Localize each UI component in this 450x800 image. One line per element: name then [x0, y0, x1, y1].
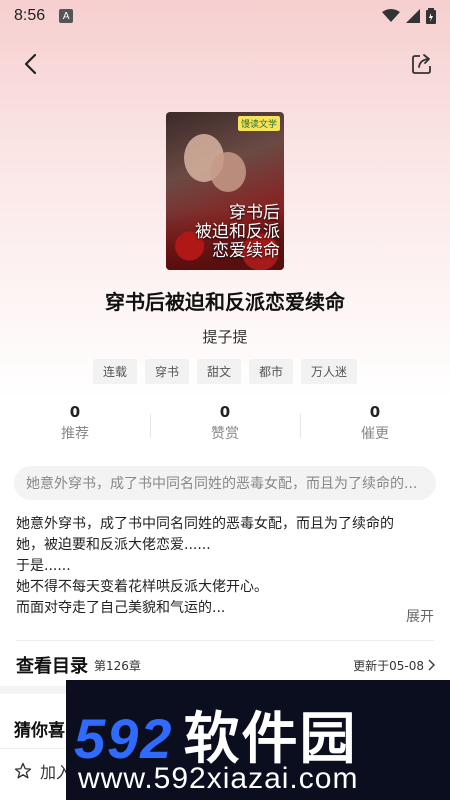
stat-label: 推荐 — [61, 426, 89, 442]
stats-row: 0 推荐 0 赞赏 0 催更 — [0, 402, 450, 450]
book-description: 她意外穿书，成了书中同名同姓的恶毒女配，而且为了续命的 她，被迫要和反派大佬恋爱… — [16, 514, 436, 619]
notification-icon: A — [59, 9, 74, 23]
reward-stat[interactable]: 0 赞赏 — [150, 402, 300, 450]
share-button[interactable] — [406, 48, 438, 80]
summary-preview[interactable]: 她意外穿书，成了书中同名同姓的恶毒女配，而且为了续命的... — [14, 466, 436, 500]
tag-list: 连载 穿书 甜文 都市 万人迷 — [0, 359, 450, 384]
book-cover[interactable]: 馒读文学 穿书后 被迫和反派 恋爱续命 — [166, 112, 284, 270]
back-button[interactable] — [14, 48, 46, 80]
catalog-title: 查看目录 — [16, 656, 88, 677]
expand-button[interactable]: 展开 — [406, 606, 434, 626]
battery-icon — [426, 8, 436, 24]
signal-icon — [406, 9, 420, 23]
cover-publisher-tag: 馒读文学 — [237, 116, 280, 131]
divider — [16, 640, 434, 641]
chapter-count: 第126章 — [94, 658, 141, 673]
tag-item[interactable]: 甜文 — [196, 359, 241, 384]
cover-art — [210, 152, 246, 192]
description-line: 于是...... — [16, 558, 71, 574]
stat-value: 0 — [69, 403, 81, 421]
tag-item[interactable]: 万人迷 — [301, 359, 358, 384]
description-line: 她不得不每天变着花样哄反派大佬开心。 — [16, 579, 268, 595]
chevron-left-icon — [24, 53, 37, 75]
share-icon — [412, 54, 431, 74]
wifi-icon — [382, 9, 400, 22]
stat-value: 0 — [219, 403, 231, 421]
description-line: 她意外穿书，成了书中同名同姓的恶毒女配，而且为了续命的 — [16, 516, 394, 532]
tag-item[interactable]: 连载 — [92, 359, 137, 384]
tag-item[interactable]: 穿书 — [144, 359, 189, 384]
urge-update-stat[interactable]: 0 催更 — [300, 402, 450, 450]
chevron-right-icon — [428, 659, 436, 671]
stat-label: 赞赏 — [211, 426, 239, 442]
status-bar: 8:56 A — [0, 0, 450, 32]
top-nav — [0, 46, 450, 86]
watermark-overlay: 592 软件园 www.592xiazai.com — [66, 680, 450, 800]
cover-title: 穿书后 被迫和反派 恋爱续命 — [195, 203, 280, 261]
stat-label: 催更 — [361, 426, 389, 442]
status-time: 8:56 — [14, 7, 46, 24]
status-icons — [382, 8, 436, 24]
description-line: 她，被迫要和反派大佬恋爱...... — [16, 537, 211, 553]
book-title: 穿书后被迫和反派恋爱续命 — [105, 290, 345, 314]
book-author[interactable]: 提子提 — [0, 326, 450, 347]
add-to-shelf-button[interactable]: 加入 — [14, 759, 72, 783]
star-outline-icon — [14, 762, 32, 779]
watermark-url: www.592xiazai.com — [78, 762, 359, 795]
summary-preview-text: 她意外穿书，成了书中同名同姓的恶毒女配，而且为了续命的... — [26, 476, 418, 492]
description-line: 而面对夺走了自己美貌和气运的... — [16, 600, 226, 616]
stat-value: 0 — [369, 403, 381, 421]
guess-you-like-title: 猜你喜 — [14, 721, 65, 741]
tag-item[interactable]: 都市 — [249, 359, 294, 384]
recommend-stat[interactable]: 0 推荐 — [0, 402, 150, 450]
catalog-row[interactable]: 查看目录 第126章 更新于05-08 — [16, 650, 436, 680]
update-date: 更新于05-08 — [353, 657, 436, 674]
